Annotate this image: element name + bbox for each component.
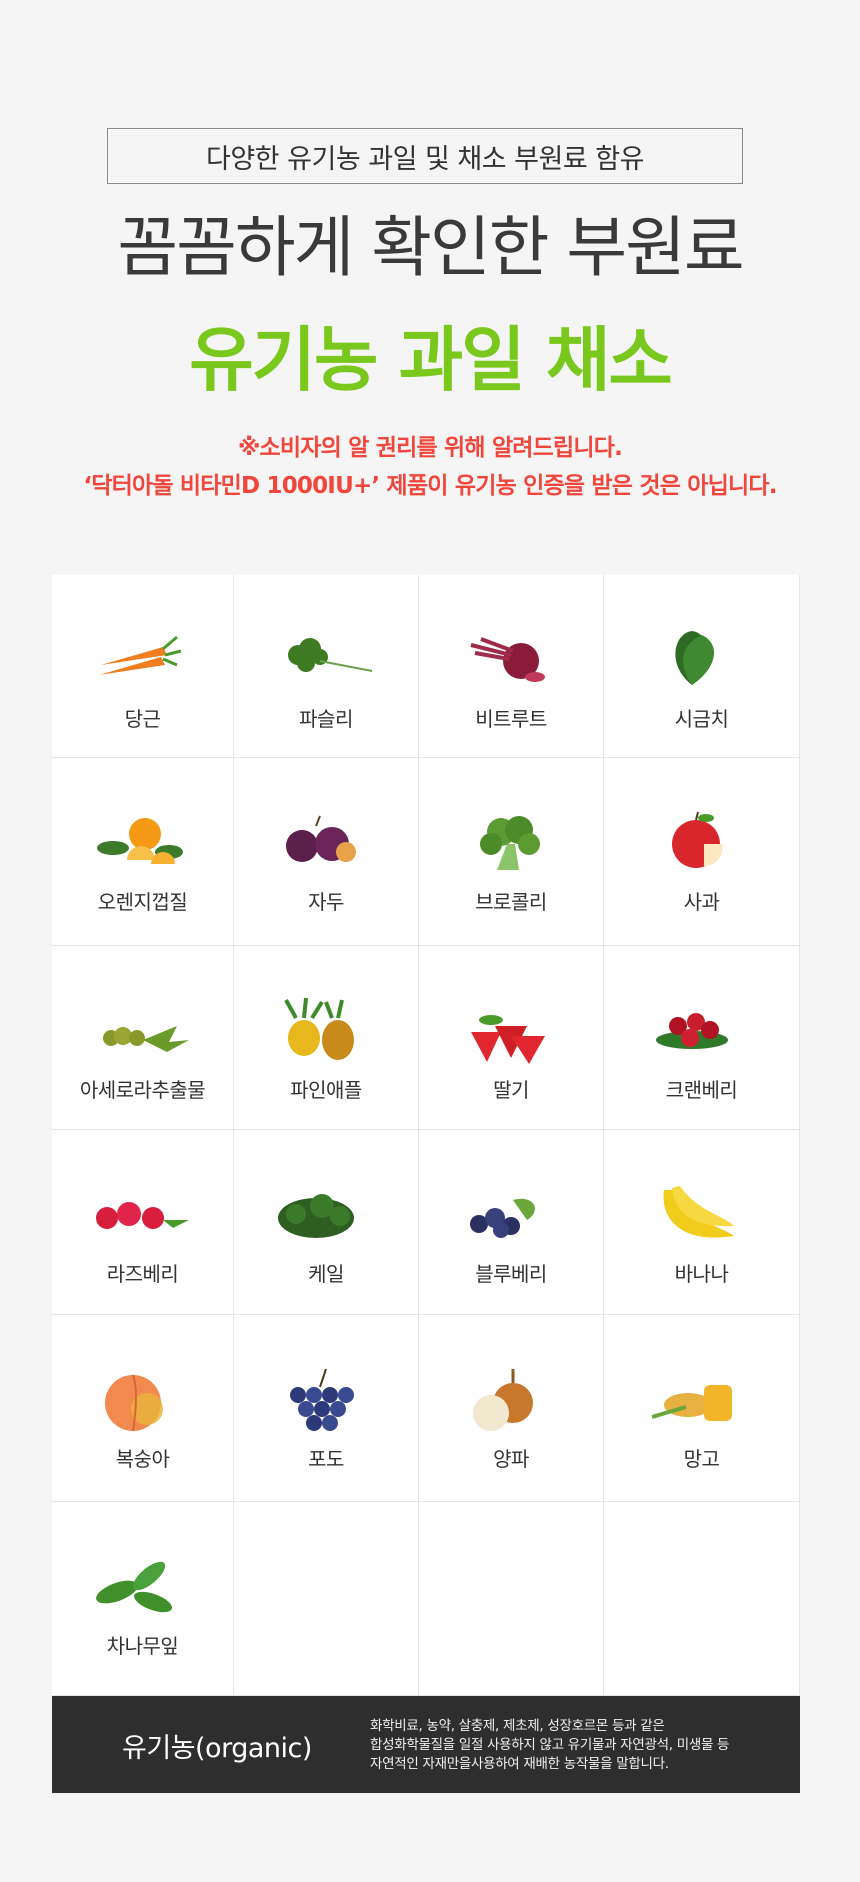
banana-icon [663,1186,734,1238]
beetroot-icon [470,637,545,682]
onion-icon [473,1369,533,1431]
kale-icon [278,1194,354,1238]
ingredient-cell: 딸기 [419,946,604,1130]
acerola-icon [102,1026,189,1052]
ingredient-label: 아세로라추출물 [79,1078,206,1102]
page-highlight-title: 유기농 과일 채소 [189,319,673,401]
cranberry-icon [655,1013,728,1049]
empty-cell [234,1502,419,1696]
broccoli-icon [480,816,540,870]
apple-icon [671,811,722,868]
carrot-icon [98,635,181,675]
ingredient-label: 바나나 [674,1262,729,1286]
ingredient-label: 케일 [308,1262,344,1286]
pineapple-icon [284,997,354,1060]
ingredient-label: 오렌지껍질 [97,890,188,914]
ingredient-cell: 라즈베리 [52,1130,234,1315]
ingredient-label: 양파 [493,1447,529,1471]
ingredient-cell: 사과 [604,758,800,946]
mango-icon [651,1385,732,1421]
strawberry-icon [471,1015,545,1064]
blueberry-icon [470,1198,535,1238]
peach-icon [104,1374,163,1432]
ingredient-cell: 시금치 [604,575,800,758]
ingredient-label: 복숭아 [115,1447,170,1471]
organic-title: 유기농(organic) [122,1733,312,1764]
ingredient-label: 차나무잎 [106,1634,179,1658]
tea-leaf-icon [95,1561,172,1613]
parsley-icon [288,638,373,672]
ingredient-label: 비트루트 [475,707,547,731]
organic-disclaimer: ‘닥터아돌 비타민D 1000IU+’ 제품이 유기농 인증을 받은 것은 아닙… [83,473,777,499]
empty-cell [419,1502,604,1696]
ingredient-cell: 복숭아 [52,1315,234,1502]
ingredient-cell: 포도 [234,1315,419,1502]
ingredient-label: 파인애플 [290,1078,362,1102]
ingredient-label: 당근 [124,707,161,731]
ingredient-cell: 케일 [234,1130,419,1315]
ingredient-label: 시금치 [674,707,729,731]
ingredient-label: 포도 [308,1447,344,1471]
ingredient-cell: 오렌지껍질 [52,758,234,946]
organic-definition-box: 유기농(organic) 화학비료, 농약, 살충제, 제초제, 성장호르몬 등… [52,1696,800,1793]
ingredient-grid: 당근 파슬리 비트루트 시금치오렌지껍질 자두 브로콜리 사과아세로라추출물 파인애플 딸기 크랜… [52,575,800,1696]
plum-icon [286,815,356,862]
ingredient-cell: 파인애플 [234,946,419,1130]
ingredient-label: 사과 [683,890,720,914]
empty-cell [604,1502,800,1696]
orange-peel-icon [96,818,183,864]
ingredient-cell: 망고 [604,1315,800,1502]
ingredient-label: 망고 [683,1447,720,1471]
ingredient-cell: 블루베리 [419,1130,604,1315]
organic-description: 화학비료, 농약, 살충제, 제초제, 성장호르몬 등과 같은 합성화학물질을 … [370,1717,729,1774]
grape-icon [290,1368,354,1431]
ingredient-label: 자두 [308,890,344,914]
ingredient-cell: 비트루트 [419,575,604,758]
consumer-notice: ※소비자의 알 권리를 위해 알려드립니다. [237,435,623,461]
ingredient-cell: 파슬리 [234,575,419,758]
page-title: 꼼꼼하게 확인한 부원료 [117,209,744,286]
ingredient-label: 파슬리 [299,707,353,731]
ingredient-label: 딸기 [493,1078,529,1102]
ingredient-label: 블루베리 [475,1262,547,1286]
spinach-icon [674,631,714,685]
ingredient-cell: 아세로라추출물 [52,946,234,1130]
ingredient-cell: 자두 [234,758,419,946]
organic-description-line: 자연적인 자재만을사용하여 재배한 농작물을 말합니다. [370,1756,669,1772]
raspberry-icon [95,1202,189,1229]
ingredient-cell: 바나나 [604,1130,800,1315]
ingredient-cell: 브로콜리 [419,758,604,946]
ingredient-cell: 크랜베리 [604,946,800,1130]
ingredient-label: 브로콜리 [475,890,547,914]
ingredient-cell: 당근 [52,575,234,758]
organic-description-line: 화학비료, 농약, 살충제, 제초제, 성장호르몬 등과 같은 [370,1718,665,1734]
organic-description-line: 합성화학물질을 일절 사용하지 않고 유기물과 자연광석, 미생물 등 [370,1737,730,1753]
ingredient-cell: 양파 [419,1315,604,1502]
ingredient-label: 크랜베리 [665,1078,738,1102]
ingredient-label: 라즈베리 [106,1262,179,1286]
ingredient-cell: 차나무잎 [52,1502,234,1696]
header-tag: 다양한 유기농 과일 및 채소 부원료 함유 [107,128,743,184]
